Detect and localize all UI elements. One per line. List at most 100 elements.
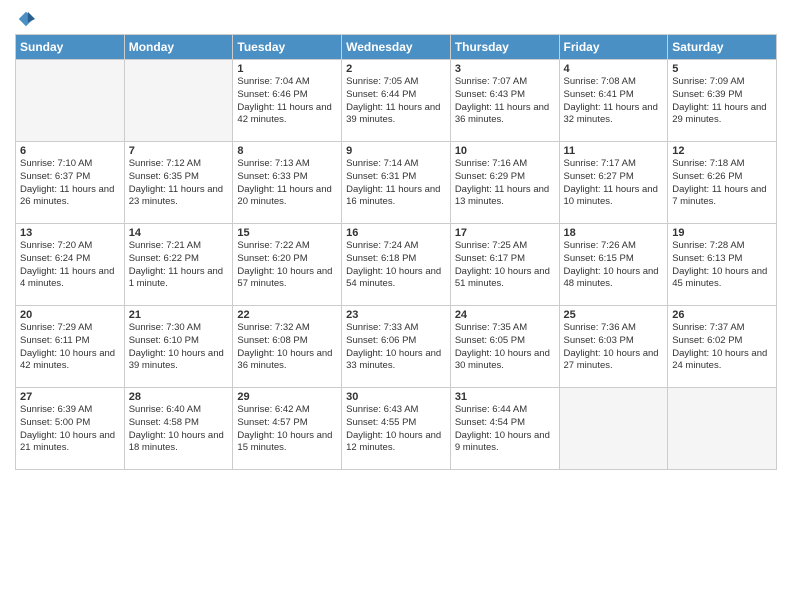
day-number: 28 [129,391,229,403]
day-info: Sunrise: 7:36 AMSunset: 6:03 PMDaylight:… [564,322,664,373]
calendar-day-header: Friday [559,35,668,60]
day-number: 9 [346,145,446,157]
day-info: Sunrise: 7:16 AMSunset: 6:29 PMDaylight:… [455,158,555,209]
calendar-cell: 30Sunrise: 6:43 AMSunset: 4:55 PMDayligh… [342,388,451,470]
day-number: 24 [455,309,555,321]
calendar-week-row: 1Sunrise: 7:04 AMSunset: 6:46 PMDaylight… [16,60,777,142]
day-info: Sunrise: 7:33 AMSunset: 6:06 PMDaylight:… [346,322,446,373]
calendar-cell: 4Sunrise: 7:08 AMSunset: 6:41 PMDaylight… [559,60,668,142]
calendar-cell: 15Sunrise: 7:22 AMSunset: 6:20 PMDayligh… [233,224,342,306]
day-number: 8 [237,145,337,157]
day-number: 16 [346,227,446,239]
day-info: Sunrise: 7:22 AMSunset: 6:20 PMDaylight:… [237,240,337,291]
day-info: Sunrise: 7:35 AMSunset: 6:05 PMDaylight:… [455,322,555,373]
calendar-cell: 23Sunrise: 7:33 AMSunset: 6:06 PMDayligh… [342,306,451,388]
day-number: 25 [564,309,664,321]
day-info: Sunrise: 7:25 AMSunset: 6:17 PMDaylight:… [455,240,555,291]
day-number: 19 [672,227,772,239]
day-number: 3 [455,63,555,75]
day-info: Sunrise: 7:13 AMSunset: 6:33 PMDaylight:… [237,158,337,209]
day-info: Sunrise: 7:37 AMSunset: 6:02 PMDaylight:… [672,322,772,373]
day-number: 1 [237,63,337,75]
calendar-cell [124,60,233,142]
day-info: Sunrise: 7:07 AMSunset: 6:43 PMDaylight:… [455,76,555,127]
day-number: 21 [129,309,229,321]
calendar-header-row: SundayMondayTuesdayWednesdayThursdayFrid… [16,35,777,60]
calendar-day-header: Thursday [450,35,559,60]
day-info: Sunrise: 7:04 AMSunset: 6:46 PMDaylight:… [237,76,337,127]
day-number: 15 [237,227,337,239]
day-info: Sunrise: 6:39 AMSunset: 5:00 PMDaylight:… [20,404,120,455]
calendar-day-header: Saturday [668,35,777,60]
calendar-cell [668,388,777,470]
calendar-cell: 16Sunrise: 7:24 AMSunset: 6:18 PMDayligh… [342,224,451,306]
day-info: Sunrise: 6:44 AMSunset: 4:54 PMDaylight:… [455,404,555,455]
day-info: Sunrise: 6:43 AMSunset: 4:55 PMDaylight:… [346,404,446,455]
day-number: 23 [346,309,446,321]
calendar-cell: 1Sunrise: 7:04 AMSunset: 6:46 PMDaylight… [233,60,342,142]
calendar-cell: 21Sunrise: 7:30 AMSunset: 6:10 PMDayligh… [124,306,233,388]
calendar-cell: 28Sunrise: 6:40 AMSunset: 4:58 PMDayligh… [124,388,233,470]
calendar-cell: 17Sunrise: 7:25 AMSunset: 6:17 PMDayligh… [450,224,559,306]
logo-icon [17,10,35,28]
logo [15,10,35,28]
calendar-cell: 11Sunrise: 7:17 AMSunset: 6:27 PMDayligh… [559,142,668,224]
day-number: 11 [564,145,664,157]
calendar: SundayMondayTuesdayWednesdayThursdayFrid… [15,34,777,470]
calendar-cell: 10Sunrise: 7:16 AMSunset: 6:29 PMDayligh… [450,142,559,224]
day-number: 7 [129,145,229,157]
day-info: Sunrise: 7:18 AMSunset: 6:26 PMDaylight:… [672,158,772,209]
day-info: Sunrise: 7:09 AMSunset: 6:39 PMDaylight:… [672,76,772,127]
calendar-cell: 5Sunrise: 7:09 AMSunset: 6:39 PMDaylight… [668,60,777,142]
day-info: Sunrise: 7:08 AMSunset: 6:41 PMDaylight:… [564,76,664,127]
day-info: Sunrise: 7:05 AMSunset: 6:44 PMDaylight:… [346,76,446,127]
calendar-cell: 18Sunrise: 7:26 AMSunset: 6:15 PMDayligh… [559,224,668,306]
calendar-week-row: 20Sunrise: 7:29 AMSunset: 6:11 PMDayligh… [16,306,777,388]
day-info: Sunrise: 7:24 AMSunset: 6:18 PMDaylight:… [346,240,446,291]
day-info: Sunrise: 7:17 AMSunset: 6:27 PMDaylight:… [564,158,664,209]
day-number: 5 [672,63,772,75]
day-info: Sunrise: 7:28 AMSunset: 6:13 PMDaylight:… [672,240,772,291]
day-number: 17 [455,227,555,239]
calendar-week-row: 13Sunrise: 7:20 AMSunset: 6:24 PMDayligh… [16,224,777,306]
calendar-cell: 22Sunrise: 7:32 AMSunset: 6:08 PMDayligh… [233,306,342,388]
day-info: Sunrise: 7:14 AMSunset: 6:31 PMDaylight:… [346,158,446,209]
calendar-cell: 8Sunrise: 7:13 AMSunset: 6:33 PMDaylight… [233,142,342,224]
day-number: 26 [672,309,772,321]
day-number: 31 [455,391,555,403]
day-number: 29 [237,391,337,403]
calendar-cell: 24Sunrise: 7:35 AMSunset: 6:05 PMDayligh… [450,306,559,388]
day-info: Sunrise: 7:26 AMSunset: 6:15 PMDaylight:… [564,240,664,291]
calendar-cell: 2Sunrise: 7:05 AMSunset: 6:44 PMDaylight… [342,60,451,142]
calendar-cell [559,388,668,470]
calendar-cell: 14Sunrise: 7:21 AMSunset: 6:22 PMDayligh… [124,224,233,306]
day-number: 30 [346,391,446,403]
calendar-cell: 26Sunrise: 7:37 AMSunset: 6:02 PMDayligh… [668,306,777,388]
page: SundayMondayTuesdayWednesdayThursdayFrid… [0,0,792,480]
calendar-cell: 9Sunrise: 7:14 AMSunset: 6:31 PMDaylight… [342,142,451,224]
day-info: Sunrise: 7:12 AMSunset: 6:35 PMDaylight:… [129,158,229,209]
calendar-week-row: 27Sunrise: 6:39 AMSunset: 5:00 PMDayligh… [16,388,777,470]
calendar-cell: 13Sunrise: 7:20 AMSunset: 6:24 PMDayligh… [16,224,125,306]
day-number: 10 [455,145,555,157]
calendar-day-header: Tuesday [233,35,342,60]
calendar-cell: 29Sunrise: 6:42 AMSunset: 4:57 PMDayligh… [233,388,342,470]
calendar-cell: 12Sunrise: 7:18 AMSunset: 6:26 PMDayligh… [668,142,777,224]
calendar-cell: 31Sunrise: 6:44 AMSunset: 4:54 PMDayligh… [450,388,559,470]
calendar-cell: 19Sunrise: 7:28 AMSunset: 6:13 PMDayligh… [668,224,777,306]
calendar-day-header: Wednesday [342,35,451,60]
calendar-cell: 25Sunrise: 7:36 AMSunset: 6:03 PMDayligh… [559,306,668,388]
day-info: Sunrise: 7:10 AMSunset: 6:37 PMDaylight:… [20,158,120,209]
calendar-cell: 27Sunrise: 6:39 AMSunset: 5:00 PMDayligh… [16,388,125,470]
day-number: 22 [237,309,337,321]
calendar-week-row: 6Sunrise: 7:10 AMSunset: 6:37 PMDaylight… [16,142,777,224]
day-info: Sunrise: 7:32 AMSunset: 6:08 PMDaylight:… [237,322,337,373]
header [15,10,777,28]
day-info: Sunrise: 7:29 AMSunset: 6:11 PMDaylight:… [20,322,120,373]
day-number: 27 [20,391,120,403]
calendar-cell: 6Sunrise: 7:10 AMSunset: 6:37 PMDaylight… [16,142,125,224]
calendar-day-header: Monday [124,35,233,60]
day-number: 20 [20,309,120,321]
calendar-cell [16,60,125,142]
day-info: Sunrise: 6:42 AMSunset: 4:57 PMDaylight:… [237,404,337,455]
